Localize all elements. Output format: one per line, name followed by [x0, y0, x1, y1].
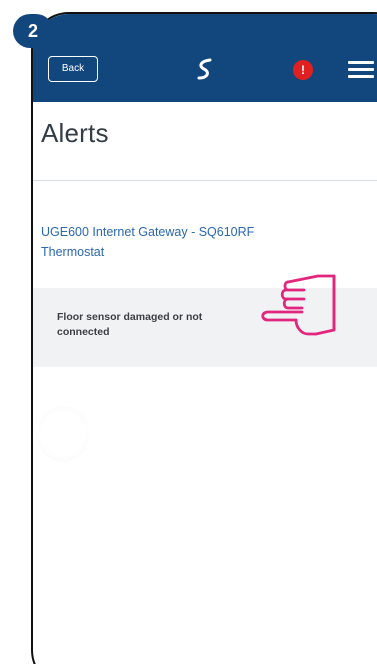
alert-badge-icon[interactable]: !: [293, 60, 313, 80]
divider: [33, 180, 377, 181]
canvas: 2 Back ! Alerts UGE600 Internet Gateway …: [0, 0, 377, 664]
page-title: Alerts: [41, 118, 109, 148]
s-logo-icon[interactable]: [191, 55, 219, 83]
step-number-badge: 2: [13, 14, 53, 48]
back-button[interactable]: Back: [48, 56, 98, 82]
step-number: 2: [27, 21, 38, 41]
app-header: Back !: [33, 14, 377, 102]
hamburger-menu-icon[interactable]: [348, 59, 374, 79]
pointing-hand-icon: [261, 274, 336, 336]
device-link[interactable]: UGE600 Internet Gateway - SQ610RF Thermo…: [41, 222, 271, 262]
alert-message: Floor sensor damaged or not connected: [57, 311, 203, 338]
faint-blur-spot: [37, 406, 89, 462]
menu-line: [348, 61, 374, 64]
menu-line: [348, 68, 374, 71]
menu-line: [348, 75, 374, 78]
